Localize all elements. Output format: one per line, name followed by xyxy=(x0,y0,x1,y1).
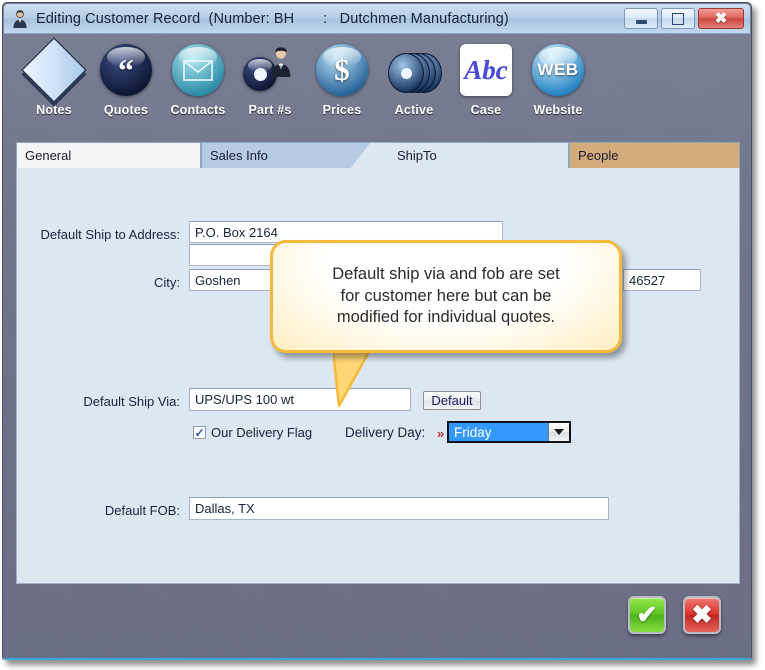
toolbar-label: Active xyxy=(394,103,434,117)
tab-label: General xyxy=(25,148,72,163)
application-window: Editing Customer Record (Number: BH : Du… xyxy=(2,2,752,660)
tab-label: People xyxy=(578,148,619,163)
user-record-icon xyxy=(10,9,30,29)
close-icon: ✖ xyxy=(691,601,713,629)
toolbar-item-prices[interactable]: $ Prices xyxy=(306,34,378,117)
close-icon: ✖ xyxy=(714,10,728,27)
toolbar-item-contacts[interactable]: Contacts xyxy=(162,34,234,117)
toolbar-label: Notes xyxy=(36,103,72,117)
delivery-day-label: Delivery Day: xyxy=(345,425,426,440)
tab-label: Sales Info xyxy=(210,148,268,163)
checkbox-box: ✓ xyxy=(193,426,206,439)
toolbar-item-part-numbers[interactable]: Part #s xyxy=(234,34,306,117)
check-icon: ✔ xyxy=(636,601,658,629)
window-title: Editing Customer Record (Number: BH : Du… xyxy=(36,10,509,27)
toolbar-label: Website xyxy=(533,103,583,117)
city-label: City: xyxy=(154,275,180,290)
callout-tail-icon xyxy=(333,348,373,408)
ok-button[interactable]: ✔ xyxy=(628,596,666,634)
required-marker-icon: » xyxy=(437,426,445,441)
window-controls: ✖ xyxy=(621,8,744,29)
tab-people[interactable]: People xyxy=(569,142,740,168)
toolbar-label: Quotes xyxy=(103,103,149,117)
maximize-button[interactable] xyxy=(661,8,695,29)
tab-label: ShipTo xyxy=(397,148,437,163)
chevron-down-icon[interactable] xyxy=(548,423,569,441)
dollar-sign-icon: $ xyxy=(314,42,370,98)
delivery-day-select[interactable]: Friday xyxy=(447,421,571,443)
ship-to-address-label: Default Ship to Address: xyxy=(40,227,180,242)
our-delivery-flag-checkbox[interactable]: ✓ Our Delivery Flag xyxy=(193,425,312,440)
toolbar: Notes “ Quotes Contacts Part #s $ Prices… xyxy=(4,34,750,137)
ship-via-label: Default Ship Via: xyxy=(83,394,180,409)
callout-text: Default ship via and fob are set for cus… xyxy=(332,264,560,327)
tab-bar: General Sales Info ShipTo People xyxy=(16,142,740,168)
tab-general[interactable]: General xyxy=(16,142,201,168)
close-button[interactable]: ✖ xyxy=(698,8,744,29)
zip-input[interactable]: 46527 xyxy=(623,269,701,291)
web-globe-icon: WEB xyxy=(530,42,586,98)
toolbar-item-notes[interactable]: Notes xyxy=(18,34,90,117)
fob-label: Default FOB: xyxy=(104,503,180,518)
envelope-icon xyxy=(170,42,226,98)
title-bar: Editing Customer Record (Number: BH : Du… xyxy=(4,4,750,34)
toolbar-label: Part #s xyxy=(248,103,292,117)
ship-via-default-button[interactable]: Default xyxy=(423,391,481,410)
toolbar-label: Prices xyxy=(322,103,362,117)
toolbar-label: Contacts xyxy=(170,103,226,117)
toolbar-label: Case xyxy=(470,103,502,117)
quote-marks-icon: “ xyxy=(98,42,154,98)
toolbar-item-active[interactable]: Active xyxy=(378,34,450,117)
check-icon: ✓ xyxy=(194,425,205,440)
toolbar-item-case[interactable]: Abc Case xyxy=(450,34,522,117)
fob-input[interactable]: Dallas, TX xyxy=(189,497,609,520)
callout-bubble: Default ship via and fob are set for cus… xyxy=(270,240,622,353)
cancel-button[interactable]: ✖ xyxy=(683,596,721,634)
minimize-button[interactable] xyxy=(624,8,658,29)
checkbox-label: Our Delivery Flag xyxy=(211,425,313,440)
tab-sales-info[interactable]: Sales Info xyxy=(201,142,371,168)
notes-book-icon xyxy=(21,37,87,103)
delivery-day-value: Friday xyxy=(454,424,492,440)
abc-case-icon: Abc xyxy=(458,42,514,98)
disc-stack-icon xyxy=(386,42,442,98)
toolbar-item-quotes[interactable]: “ Quotes xyxy=(90,34,162,117)
maximize-icon xyxy=(672,12,684,25)
toolbar-item-website[interactable]: WEB Website xyxy=(522,34,594,117)
person-disc-icon xyxy=(242,42,298,98)
tab-shipto[interactable]: ShipTo xyxy=(371,142,569,168)
minimize-icon xyxy=(635,19,647,24)
